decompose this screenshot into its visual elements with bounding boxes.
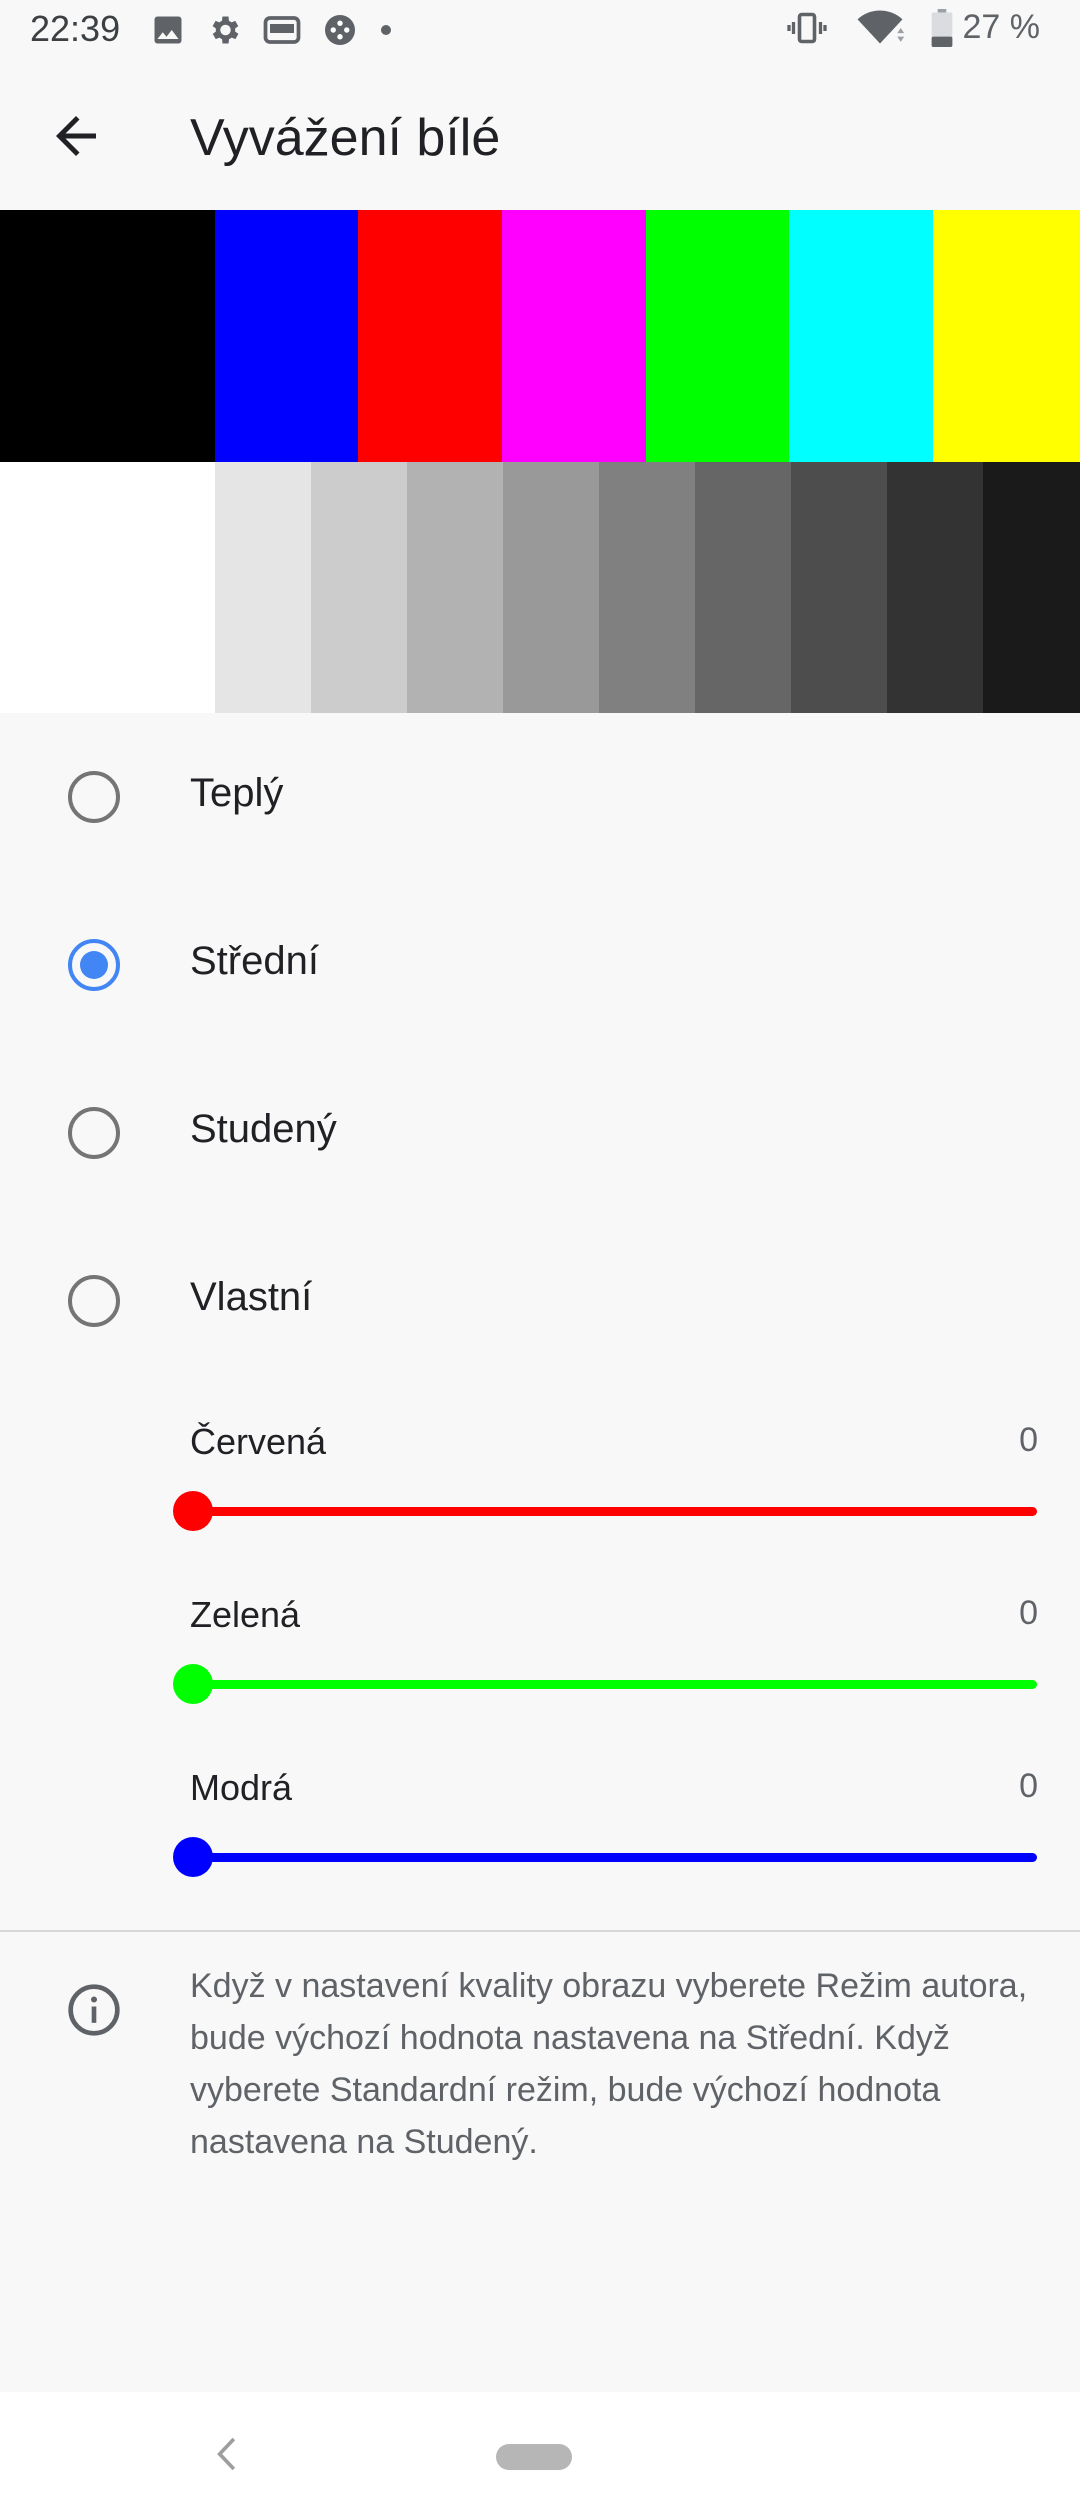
color-bar (646, 210, 789, 462)
nav-back-icon[interactable] (208, 2434, 248, 2474)
gray-bar (599, 462, 695, 713)
status-bar: 22:39 27 % (0, 0, 1080, 66)
home-pill-icon[interactable] (496, 2444, 572, 2470)
option-label: Střední (190, 939, 319, 983)
color-bar (358, 210, 502, 462)
color-bars-row (0, 210, 1080, 462)
slider-red: Červená 0 (0, 1413, 1080, 1586)
status-time: 22:39 (30, 8, 121, 49)
slider-thumb[interactable] (173, 1837, 213, 1877)
page-title: Vyvážení bílé (190, 109, 501, 167)
radio-button[interactable] (68, 771, 120, 823)
slider-track[interactable] (193, 1853, 1037, 1862)
app-bar: Vyvážení bílé (0, 66, 1080, 210)
color-test-pattern (0, 210, 1080, 713)
gamepad-icon (325, 15, 355, 45)
gray-bar (215, 462, 311, 713)
option-label: Studený (190, 1107, 337, 1151)
gray-bar (503, 462, 599, 713)
slider-thumb[interactable] (173, 1664, 213, 1704)
slider-value: 0 (1019, 1594, 1038, 1632)
info-text: Když v nastavení kvality obrazu vyberete… (190, 1967, 1028, 2161)
slider-blue: Modrá 0 (0, 1759, 1080, 1932)
notification-icons (150, 12, 394, 48)
color-bar (933, 210, 1080, 462)
gray-bar (407, 462, 503, 713)
option-label: Teplý (190, 771, 284, 815)
option-vlastni[interactable]: Vlastní (0, 1217, 1080, 1385)
color-bar (789, 210, 933, 462)
color-bar (0, 210, 215, 462)
slider-label: Modrá (190, 1767, 293, 1808)
dot-icon (381, 25, 391, 35)
radio-button[interactable] (68, 1107, 120, 1159)
system-icons: 27 % (785, 8, 1041, 47)
battery-group: 27 % (931, 8, 1041, 47)
option-studeny[interactable]: Studený (0, 1049, 1080, 1217)
info-icon (68, 1984, 120, 2036)
gray-bar (983, 462, 1080, 713)
wifi-icon (857, 9, 904, 44)
color-bar (502, 210, 646, 462)
battery-icon (931, 8, 952, 47)
slider-green: Zelená 0 (0, 1586, 1080, 1759)
battery-percentage: 27 % (962, 8, 1041, 46)
arrow-back-icon[interactable] (46, 106, 106, 166)
option-stredni[interactable]: Střední (0, 881, 1080, 1049)
option-label: Vlastní (190, 1275, 313, 1319)
radio-button[interactable] (68, 1275, 120, 1327)
navigation-bar (0, 2392, 1080, 2520)
slider-label: Zelená (190, 1594, 301, 1635)
gray-bar (311, 462, 407, 713)
slider-value: 0 (1019, 1421, 1038, 1459)
gear-icon (212, 16, 239, 44)
option-teply[interactable]: Teplý (0, 713, 1080, 881)
vibrate-icon (786, 12, 827, 43)
slider-track[interactable] (193, 1680, 1037, 1689)
radio-button-selected[interactable] (68, 939, 120, 991)
color-bar (215, 210, 358, 462)
gray-bar (791, 462, 887, 713)
gray-bar (887, 462, 983, 713)
grayscale-bars-row (0, 462, 1080, 713)
gray-bar (0, 462, 215, 713)
slider-value: 0 (1019, 1767, 1038, 1805)
gray-bar (695, 462, 791, 713)
slider-thumb[interactable] (173, 1491, 213, 1531)
image-icon (154, 16, 182, 44)
slider-label: Červená (190, 1421, 327, 1462)
slider-track[interactable] (193, 1507, 1037, 1516)
divider (0, 1930, 1080, 1932)
card-icon (263, 16, 301, 44)
